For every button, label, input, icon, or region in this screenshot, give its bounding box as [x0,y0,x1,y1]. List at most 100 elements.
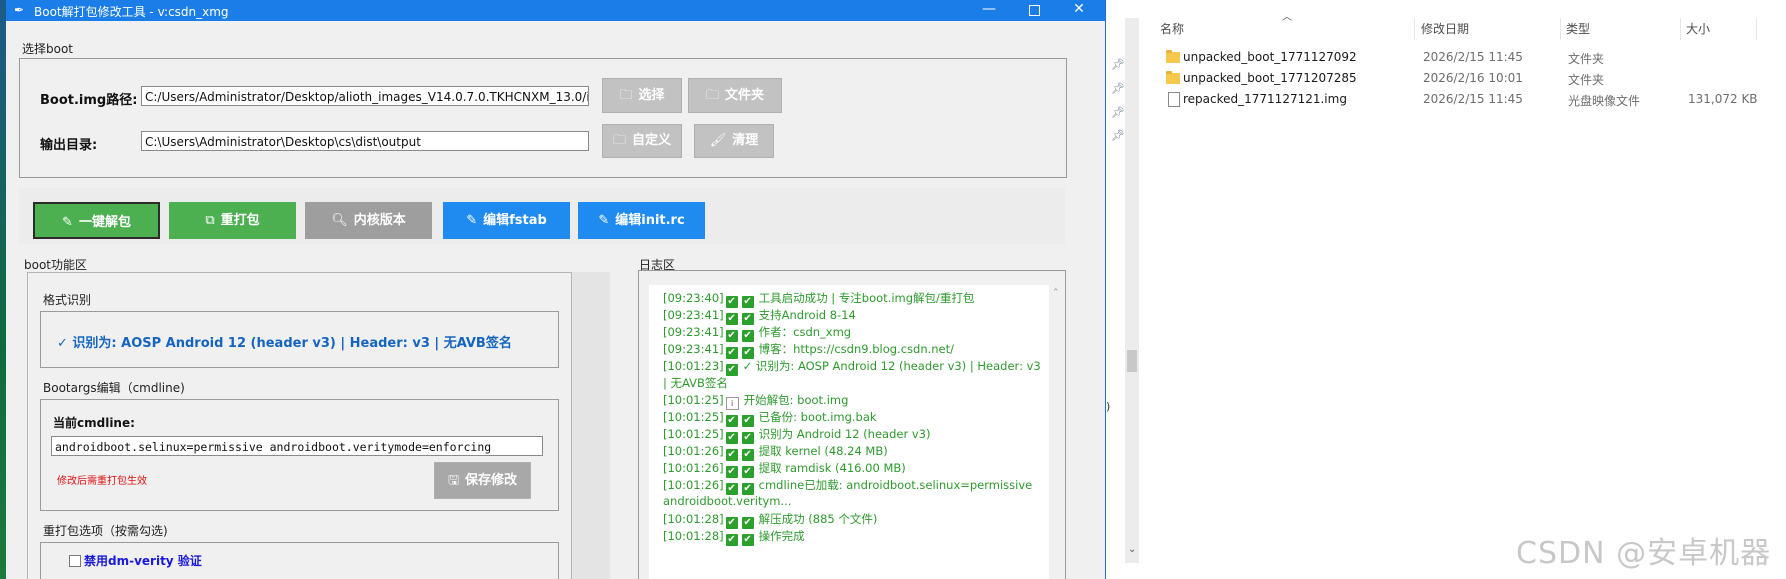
folder-open-icon: 🗀 [705,88,719,103]
log-message: 识别为 Android 12 (header v3) [758,427,931,441]
disable-verity-label[interactable]: 禁用dm-verity 验证 [84,552,202,569]
log-timestamp: [10:01:26] [663,444,724,458]
edit-fstab-button[interactable]: ✎ 编辑fstab [443,202,570,239]
bootargs-box: 当前cmdline: androidboot.selinux=permissiv… [40,399,559,511]
save-changes-button[interactable]: 🖫 保存修改 [434,462,531,499]
output-dir-input[interactable]: C:\Users\Administrator\Desktop\cs\dist\o… [141,131,589,151]
file-type: 光盘映像文件 [1568,94,1641,108]
file-name[interactable]: unpacked_boot_1771127092 [1183,50,1357,64]
column-header-type[interactable]: 类型 [1566,18,1590,40]
unpack-button-label: 一键解包 [78,215,131,230]
file-date: 2026/2/15 11:45 [1423,92,1523,106]
log-line: | 无AVB签名 [663,375,728,391]
column-separator[interactable] [1560,18,1561,40]
log-message: 工具启动成功 | 专注boot.img解包/重打包 [758,291,975,305]
scroll-up-arrow-icon[interactable]: ⌃ [1052,288,1060,298]
log-timestamp: [10:01:25] [663,410,724,424]
log-timestamp: [09:23:41] [663,308,724,322]
log-message: 提取 ramdisk (416.00 MB) [758,461,906,475]
column-header-name[interactable]: 名称 [1160,18,1184,40]
column-separator[interactable] [1414,18,1415,40]
nav-pane-cut-text: ) [1106,400,1111,413]
pencil-icon: ✎ [466,213,478,228]
disc-image-icon [1168,92,1180,107]
file-name[interactable]: repacked_1771127121.img [1183,92,1347,106]
log-message: 博客：https://csdn9.blog.csdn.net/ [758,342,955,356]
maximize-button[interactable] [1012,0,1056,21]
log-line: [10:01:25] i 开始解包: boot.img [663,392,848,410]
boot-path-label: Boot.img路径: [40,93,138,108]
log-message: 提取 kernel (48.24 MB) [758,444,888,458]
log-timestamp: [09:23:40] [663,291,724,305]
repack-options-box: 禁用dm-verity 验证 [40,542,559,579]
clear-button-label: 清理 [732,133,759,148]
boot-area-panel: 格式识别 ✓ 识别为: AOSP Android 12 (header v3) … [27,272,572,579]
log-message: androidboot.veritym... [663,494,792,508]
pane-splitter[interactable] [572,272,610,579]
log-timestamp: [10:01:25] [663,393,724,407]
scrollbar-thumb[interactable] [1127,350,1137,372]
pencil-icon: ✎ [598,213,610,228]
log-line: [09:23:41] ✔ ✔ 博客：https://csdn9.blog.csdn.n… [663,341,954,359]
edit-initrc-button[interactable]: ✎ 编辑init.rc [578,202,705,239]
select-boot-label: 选择boot [22,42,74,56]
check-icon: ✔ [725,534,738,546]
custom-button[interactable]: 🗀 自定义 [602,124,682,158]
log-timestamp: [09:23:41] [663,342,724,356]
column-header-size[interactable]: 大小 [1686,18,1710,40]
unpack-button[interactable]: ✎ 一键解包 [33,202,160,239]
copy-icon: ⧉ [205,213,215,228]
log-line: androidboot.veritym... [663,494,791,508]
pin-icon[interactable]: 📌︎ [1111,58,1125,71]
log-message: 支持Android 8-14 [758,308,856,322]
log-timestamp: [10:01:28] [663,512,724,526]
repack-options-label: 重打包选项（按需勾选) [43,524,168,538]
maximize-icon [1028,5,1040,16]
log-timestamp: [10:01:23] [663,359,724,373]
log-line: [10:01:28] ✔ ✔ 操作完成 [663,528,805,546]
boot-path-input[interactable]: C:/Users/Administrator/Desktop/alioth_im… [141,86,589,106]
kernel-version-button[interactable]: 🔍︎ 内核版本 [305,202,432,239]
select-button[interactable]: 🗀 选择 [602,78,682,113]
log-line: [10:01:26] ✔ ✔ 提取 kernel (48.24 MB) [663,443,888,461]
csdn-watermark: CSDN @安卓机器 [1516,536,1772,571]
log-line: [10:01:23] ✔ ✓ 识别为: AOSP Android 12 (heade… [663,358,1041,376]
format-result-text: ✓ 识别为: AOSP Android 12 (header v3) | Hea… [57,336,512,351]
column-separator[interactable] [1756,18,1757,40]
log-message: 操作完成 [758,529,805,543]
log-timestamp: [10:01:25] [663,427,724,441]
disable-verity-checkbox[interactable] [69,555,81,567]
log-textarea[interactable]: [09:23:40] ✔ ✔ 工具启动成功 | 专注boot.img解包/重打包 [09… [649,285,1049,579]
folder-icon [1166,71,1180,84]
pin-icon[interactable]: 📌︎ [1111,106,1125,119]
column-separator[interactable] [1680,18,1681,40]
log-line: [10:01:28] ✔ ✔ 解压成功 (885 个文件) [663,511,877,529]
close-button[interactable]: ✕ [1057,0,1101,21]
folder-button[interactable]: 🗀 文件夹 [688,78,782,113]
search-icon: 🔍︎ [331,213,348,228]
minimize-button[interactable]: — [967,0,1011,21]
kernel-version-button-label: 内核版本 [353,213,406,228]
file-name[interactable]: unpacked_boot_1771207285 [1183,71,1357,85]
explorer-nav-pane: 📌︎ 📌︎ 📌︎ 📌︎ [1107,0,1125,579]
log-message: 开始解包: boot.img [743,393,849,407]
cmdline-input[interactable]: androidboot.selinux=permissive androidbo… [51,436,543,456]
nav-pane-scrollbar[interactable]: ⌄ [1125,18,1139,563]
log-message: 作者：csdn_xmg [758,325,852,339]
bootargs-label: Bootargs编辑（cmdline) [43,381,185,395]
repack-button[interactable]: ⧉ 重打包 [169,202,296,239]
format-detect-box: ✓ 识别为: AOSP Android 12 (header v3) | Hea… [40,311,559,368]
current-cmdline-label: 当前cmdline: [53,416,135,430]
file-type: 文件夹 [1568,52,1605,66]
cmdline-warning-text: 修改后需重打包生效 [57,476,147,487]
column-header-date[interactable]: 修改日期 [1421,18,1469,40]
scroll-down-arrow-icon[interactable]: ⌄ [1128,544,1136,555]
pin-icon[interactable]: 📌︎ [1111,82,1125,95]
log-scrollbar[interactable]: ⌃ [1049,285,1063,579]
title-bar[interactable]: ✒ Boot解打包修改工具 - v:csdn_xmg — ✕ [6,0,1105,21]
pin-icon[interactable]: 📌︎ [1111,129,1125,142]
folder-open-icon: 🗀 [619,88,633,103]
log-message: cmdline已加载: androidboot.selinux=permissi… [758,478,1033,492]
boot-area-label: boot功能区 [24,258,88,272]
clear-button[interactable]: 🖌 清理 [694,124,774,158]
